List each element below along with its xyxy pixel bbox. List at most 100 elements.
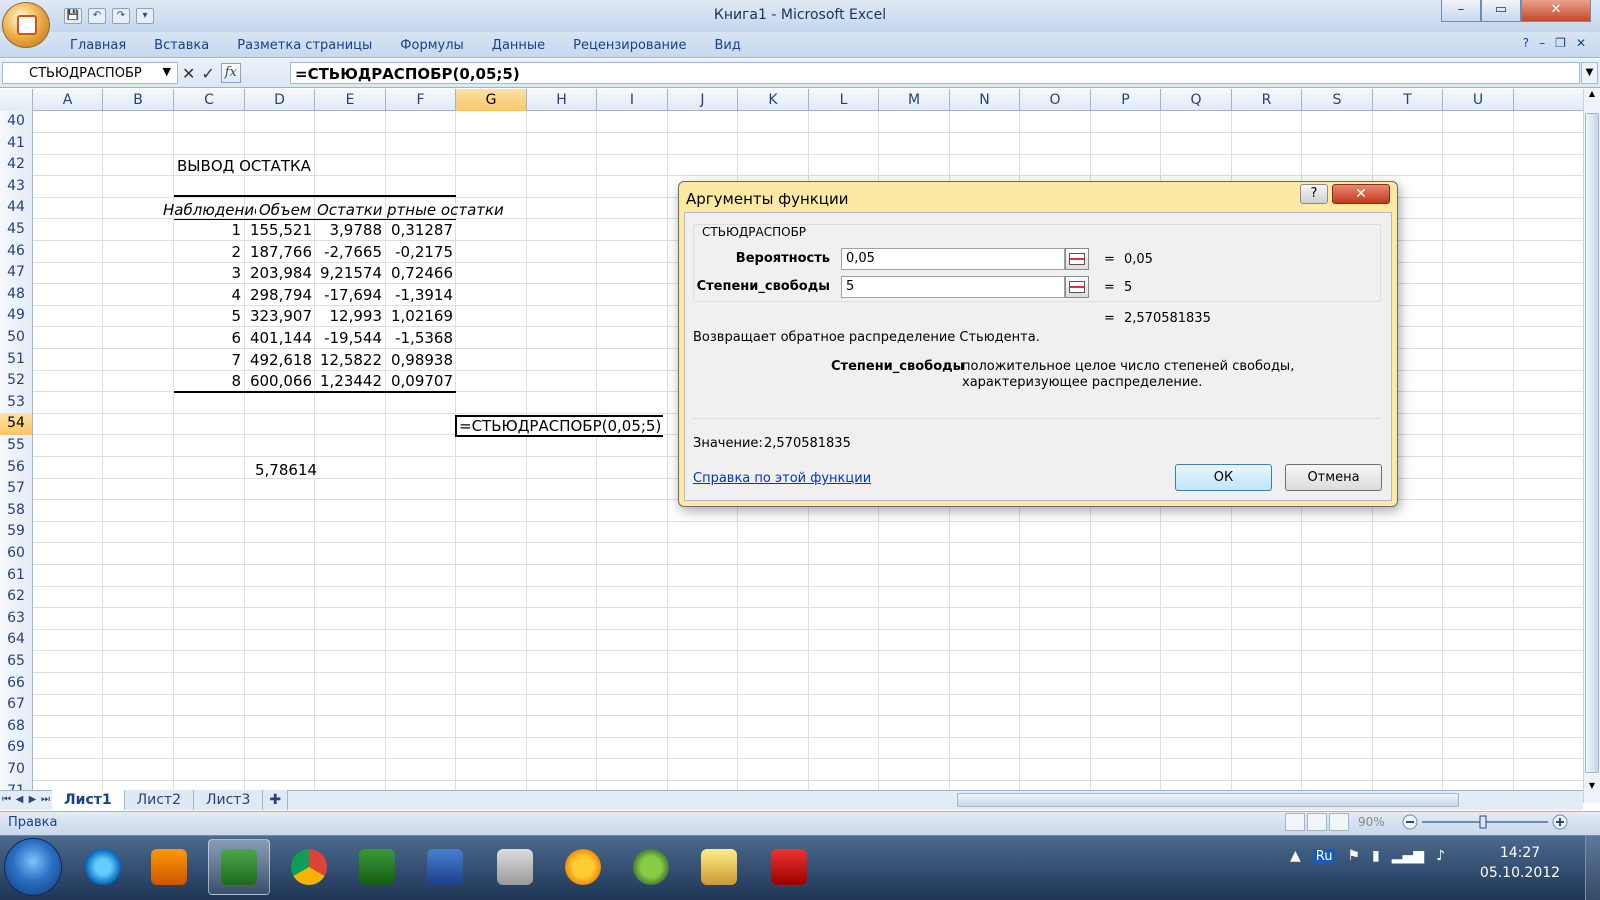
language-indicator[interactable]: Ru — [1312, 848, 1336, 864]
row-header-64[interactable]: 64 — [0, 629, 33, 652]
column-header-j[interactable]: J — [668, 89, 738, 111]
column-header-t[interactable]: T — [1373, 89, 1443, 111]
cell-residual[interactable]: -19,544 — [315, 327, 385, 349]
cell-volume[interactable]: 187,766 — [244, 241, 315, 263]
row-header-46[interactable]: 46 — [0, 240, 33, 263]
prev-sheet-icon[interactable]: ◀ — [13, 791, 26, 809]
minimize-button[interactable]: – — [1441, 0, 1481, 22]
zoom-slider[interactable] — [1400, 814, 1570, 830]
tab-insert[interactable]: Вставка — [154, 38, 209, 53]
cell-volume[interactable]: 203,984 — [244, 262, 315, 284]
column-header-a[interactable]: A — [33, 89, 103, 111]
scroll-down-icon[interactable]: ▼ — [1585, 781, 1599, 795]
cell-residual[interactable]: -2,7665 — [315, 241, 385, 263]
expand-formula-bar-icon[interactable]: ▼ — [1581, 62, 1598, 84]
scroll-up-icon[interactable]: ▲ — [1585, 89, 1599, 103]
name-box[interactable]: СТЬЮДРАСПОБР ▼ — [2, 62, 178, 84]
cell-residual[interactable]: 12,5822 — [315, 349, 385, 371]
cancel-button[interactable]: Отмена — [1285, 464, 1382, 491]
battery-icon[interactable]: ▮ — [1372, 848, 1380, 864]
column-header-k[interactable]: K — [738, 89, 809, 111]
volume-icon[interactable]: ♪ — [1436, 848, 1445, 864]
cell-observation[interactable]: 5 — [174, 305, 244, 327]
column-header-c[interactable]: C — [174, 89, 245, 111]
ie-icon[interactable] — [72, 839, 134, 895]
insert-function-button[interactable]: fx — [220, 63, 241, 83]
section-title[interactable]: ВЫВОД ОСТАТКА — [174, 155, 314, 177]
cell-std-residual[interactable]: -1,5368 — [385, 327, 456, 349]
row-header-59[interactable]: 59 — [0, 521, 33, 544]
cell-observation[interactable]: 3 — [174, 262, 244, 284]
utorrent-icon[interactable] — [620, 839, 682, 895]
last-sheet-icon[interactable]: ⏭ — [39, 791, 52, 809]
acrobat-icon[interactable] — [758, 839, 820, 895]
qip-icon[interactable] — [552, 839, 614, 895]
header-std-residuals[interactable]: ртные остатки — [384, 199, 507, 221]
first-sheet-icon[interactable]: ⏮ — [0, 791, 13, 809]
column-header-h[interactable]: H — [527, 89, 597, 111]
zoom-level[interactable]: 90% — [1358, 815, 1385, 829]
tab-page-layout[interactable]: Разметка страницы — [237, 38, 372, 53]
sheet-tab-1[interactable]: Лист1 — [52, 790, 125, 810]
chevron-down-icon[interactable]: ▼ — [163, 65, 171, 78]
show-desktop-button[interactable] — [1585, 836, 1600, 900]
next-sheet-icon[interactable]: ▶ — [26, 791, 39, 809]
cell-observation[interactable]: 8 — [174, 370, 244, 392]
cell-volume[interactable]: 401,144 — [244, 327, 315, 349]
row-header-50[interactable]: 50 — [0, 327, 33, 349]
row-header-47[interactable]: 47 — [0, 262, 33, 285]
sheet-tab-2[interactable]: Лист2 — [124, 790, 194, 810]
collapse-dialog-button[interactable] — [1065, 276, 1089, 298]
column-header-b[interactable]: B — [103, 89, 174, 111]
function-help-link[interactable]: Справка по этой функции — [693, 471, 871, 486]
row-header-43[interactable]: 43 — [0, 175, 33, 198]
office-button[interactable] — [2, 2, 50, 48]
row-header-67[interactable]: 67 — [0, 694, 33, 717]
cell-residual[interactable]: 3,9788 — [315, 219, 385, 241]
cell-std-residual[interactable]: 0,09707 — [385, 370, 456, 392]
cell-observation[interactable]: 4 — [174, 284, 244, 306]
row-header-63[interactable]: 63 — [0, 607, 33, 630]
chrome-icon[interactable] — [278, 839, 340, 895]
cell-std-residual[interactable]: 0,31287 — [385, 219, 456, 241]
tab-view[interactable]: Вид — [715, 38, 741, 53]
clock[interactable]: 14:27 05.10.2012 — [1470, 843, 1570, 883]
column-header-q[interactable]: Q — [1161, 89, 1232, 111]
collapse-dialog-button[interactable] — [1065, 248, 1089, 270]
row-header-49[interactable]: 49 — [0, 305, 33, 328]
row-header-40[interactable]: 40 — [0, 111, 33, 133]
tab-review[interactable]: Рецензирование — [573, 38, 686, 53]
sheet-tab-3[interactable]: Лист3 — [193, 790, 264, 810]
row-header-62[interactable]: 62 — [0, 586, 33, 609]
vertical-scroll-thumb[interactable] — [1585, 113, 1599, 773]
header-observation[interactable]: Наблюдение — [160, 199, 256, 221]
help-icon[interactable]: ? — [1523, 36, 1529, 50]
cell-std-residual[interactable]: 1,02169 — [385, 305, 456, 327]
row-header-48[interactable]: 48 — [0, 283, 33, 306]
cell-observation[interactable]: 2 — [174, 241, 244, 263]
close-button[interactable]: ✕ — [1521, 0, 1591, 22]
column-header-o[interactable]: O — [1020, 89, 1091, 111]
row-header-41[interactable]: 41 — [0, 132, 33, 155]
workbook-close-icon[interactable]: ✕ — [1576, 36, 1586, 50]
column-header-m[interactable]: M — [879, 89, 950, 111]
dialog-help-button[interactable]: ? — [1300, 184, 1328, 204]
enter-entry-icon[interactable]: ✓ — [201, 64, 214, 83]
word-icon[interactable] — [414, 839, 476, 895]
column-header-s[interactable]: S — [1302, 89, 1373, 111]
header-volume[interactable]: Объем Е — [256, 199, 314, 221]
cell-std-residual[interactable]: -1,3914 — [385, 284, 456, 306]
zoom-thumb[interactable] — [1479, 815, 1487, 829]
cell-volume[interactable]: 492,618 — [244, 349, 315, 371]
row-header-44[interactable]: 44 — [0, 197, 33, 220]
row-header-54[interactable]: 54 — [0, 413, 33, 436]
cell-residual[interactable]: 9,21574 — [315, 262, 385, 284]
ok-button[interactable]: ОК — [1175, 464, 1272, 491]
row-header-69[interactable]: 69 — [0, 737, 33, 760]
row-header-42[interactable]: 42 — [0, 154, 33, 177]
start-button[interactable] — [4, 838, 62, 896]
page-break-view-icon[interactable] — [1329, 813, 1349, 831]
select-all-corner[interactable] — [0, 89, 33, 111]
undo-icon[interactable]: ↶ — [88, 8, 106, 24]
tab-data[interactable]: Данные — [492, 38, 545, 53]
